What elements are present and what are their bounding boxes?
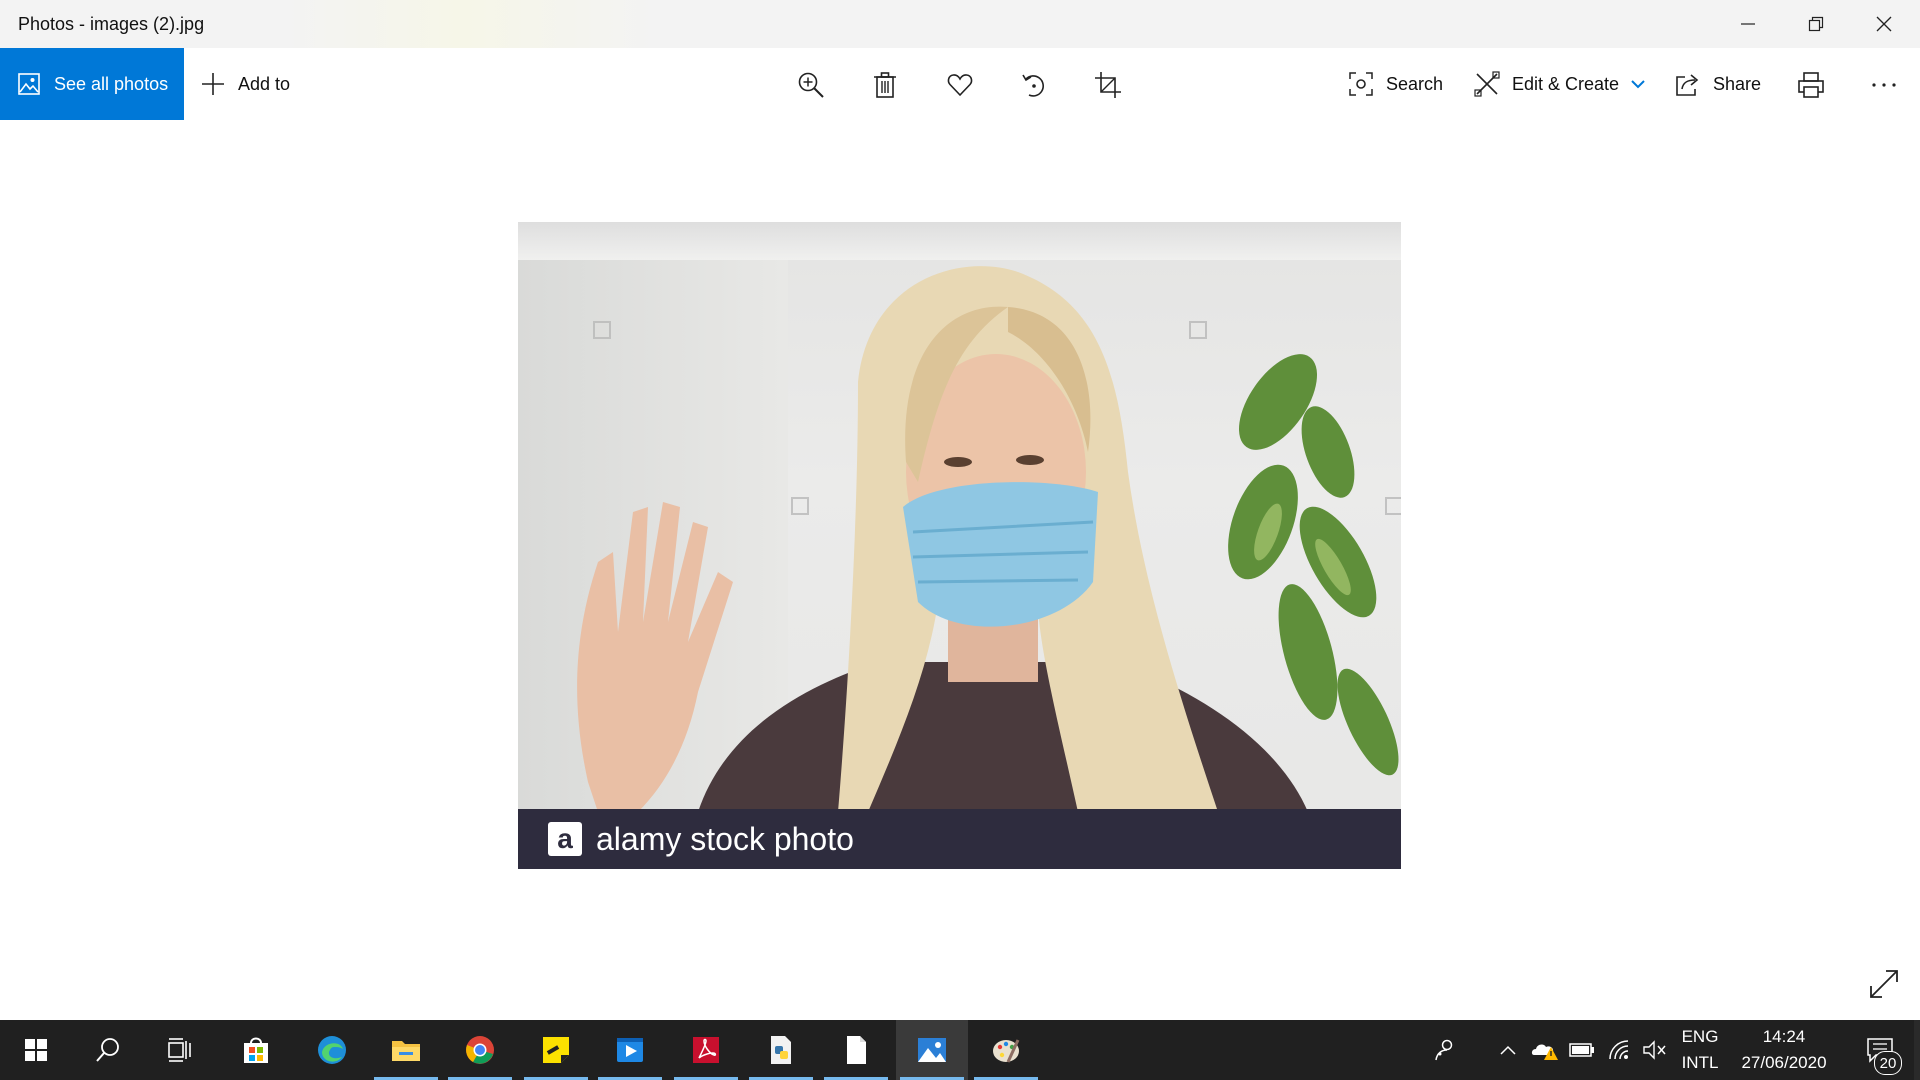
print-button[interactable]: [1797, 71, 1825, 99]
python-file-icon: [771, 1036, 791, 1064]
photos-icon: [18, 73, 40, 95]
photos-app-icon: [918, 1038, 946, 1062]
network-status[interactable]: [1602, 1020, 1636, 1080]
acrobat-icon: [693, 1037, 719, 1063]
see-all-photos-label: See all photos: [54, 73, 169, 94]
rotate-icon: [1022, 74, 1044, 97]
more-options-button[interactable]: [1870, 71, 1898, 99]
crop-icon: [1095, 72, 1121, 98]
folder-icon: [392, 1041, 420, 1061]
volume-status[interactable]: [1638, 1020, 1672, 1080]
search-icon: [96, 1038, 119, 1062]
wifi-icon: [1609, 1040, 1629, 1060]
see-all-photos-button[interactable]: See all photos: [0, 48, 184, 120]
share-button[interactable]: Share: [1675, 48, 1761, 120]
taskbar-app-video[interactable]: [594, 1020, 666, 1080]
expand-icon: [1870, 970, 1898, 998]
printer-icon: [1798, 72, 1824, 98]
onedrive-warning-icon: [1531, 1044, 1558, 1060]
fullscreen-button[interactable]: [1868, 968, 1900, 1000]
toolbar: See all photos Add to Search Edit & Crea…: [0, 48, 1920, 120]
edit-create-icon: [1474, 71, 1500, 97]
people-button[interactable]: [1420, 1020, 1470, 1080]
rotate-button[interactable]: [1020, 71, 1048, 99]
edge-icon: [318, 1036, 346, 1064]
taskbar-app-python[interactable]: [745, 1020, 817, 1080]
battery-icon: [1569, 1043, 1594, 1057]
video-editor-icon: [617, 1038, 643, 1062]
language-indicator[interactable]: ENG: [1676, 1027, 1724, 1047]
add-to-button[interactable]: Add to: [200, 48, 290, 120]
search-button[interactable]: Search: [1348, 48, 1443, 120]
task-view-button[interactable]: [144, 1020, 216, 1080]
taskbar: ENG INTL 14:24 27/06/2020 20: [0, 1020, 1920, 1080]
chevron-up-icon: [1500, 1045, 1516, 1055]
volume-muted-icon: [1643, 1040, 1666, 1060]
window-title: Photos - images (2).jpg: [18, 14, 205, 34]
watermark-text: alamy stock photo: [596, 820, 854, 857]
watermark-logo: a: [548, 822, 582, 856]
restore-button[interactable]: [1782, 0, 1850, 48]
trash-icon: [874, 72, 896, 98]
taskbar-app-sticky-notes[interactable]: [520, 1020, 592, 1080]
add-to-label: Add to: [238, 73, 291, 94]
minimize-icon: [1741, 23, 1755, 25]
title-bar: Photos - images (2).jpg: [0, 0, 1920, 48]
photo-illustration: [577, 266, 1401, 812]
windows-icon: [25, 1039, 47, 1061]
show-hidden-icons-button[interactable]: [1488, 1020, 1528, 1080]
search-label: Search: [1386, 73, 1444, 94]
sticky-notes-icon: [543, 1037, 569, 1063]
people-icon: [1435, 1039, 1453, 1061]
notification-count-badge: 20: [1874, 1051, 1902, 1075]
restore-icon: [1808, 16, 1824, 32]
paint-icon: [993, 1039, 1020, 1063]
delete-button[interactable]: [871, 71, 899, 99]
close-button[interactable]: [1850, 0, 1918, 48]
action-center-button[interactable]: 20: [1852, 1020, 1908, 1080]
favorite-button[interactable]: [946, 71, 974, 99]
taskbar-app-edge[interactable]: [296, 1020, 368, 1080]
keyboard-layout-indicator[interactable]: INTL: [1676, 1053, 1724, 1073]
taskbar-app-paint[interactable]: [970, 1020, 1042, 1080]
watermark-bar: a alamy stock photo: [518, 809, 1401, 869]
heart-icon: [947, 74, 973, 97]
more-icon: [1872, 83, 1896, 87]
document-icon: [847, 1036, 866, 1064]
taskbar-app-store[interactable]: [220, 1020, 292, 1080]
taskbar-app-file-explorer[interactable]: [370, 1020, 442, 1080]
share-icon: [1675, 71, 1701, 97]
taskbar-app-notepad[interactable]: [820, 1020, 892, 1080]
battery-status[interactable]: [1565, 1020, 1599, 1080]
show-desktop-button[interactable]: [1914, 1020, 1920, 1080]
clock-date[interactable]: 27/06/2020: [1732, 1053, 1836, 1073]
share-label: Share: [1713, 73, 1762, 94]
start-button[interactable]: [0, 1020, 72, 1080]
clock-time[interactable]: 14:24: [1732, 1027, 1836, 1047]
microsoft-store-icon: [244, 1037, 268, 1063]
taskbar-app-acrobat[interactable]: [670, 1020, 742, 1080]
taskbar-app-chrome[interactable]: [444, 1020, 516, 1080]
plus-icon: [200, 71, 226, 97]
visual-search-icon: [1348, 71, 1374, 97]
zoom-in-icon: [798, 72, 824, 98]
taskbar-search-button[interactable]: [72, 1020, 144, 1080]
zoom-button[interactable]: [797, 71, 825, 99]
onedrive-status[interactable]: [1528, 1020, 1562, 1080]
chevron-down-icon: [1631, 79, 1645, 89]
edit-create-label: Edit & Create: [1512, 73, 1620, 94]
photo-viewer-image: a alamy stock photo: [518, 222, 1401, 869]
edit-create-button[interactable]: Edit & Create: [1474, 48, 1645, 120]
close-icon: [1876, 16, 1892, 32]
crop-button[interactable]: [1094, 71, 1122, 99]
chrome-icon: [466, 1036, 494, 1064]
minimize-button[interactable]: [1714, 0, 1782, 48]
task-view-icon: [168, 1038, 191, 1062]
taskbar-app-photos[interactable]: [896, 1020, 968, 1080]
